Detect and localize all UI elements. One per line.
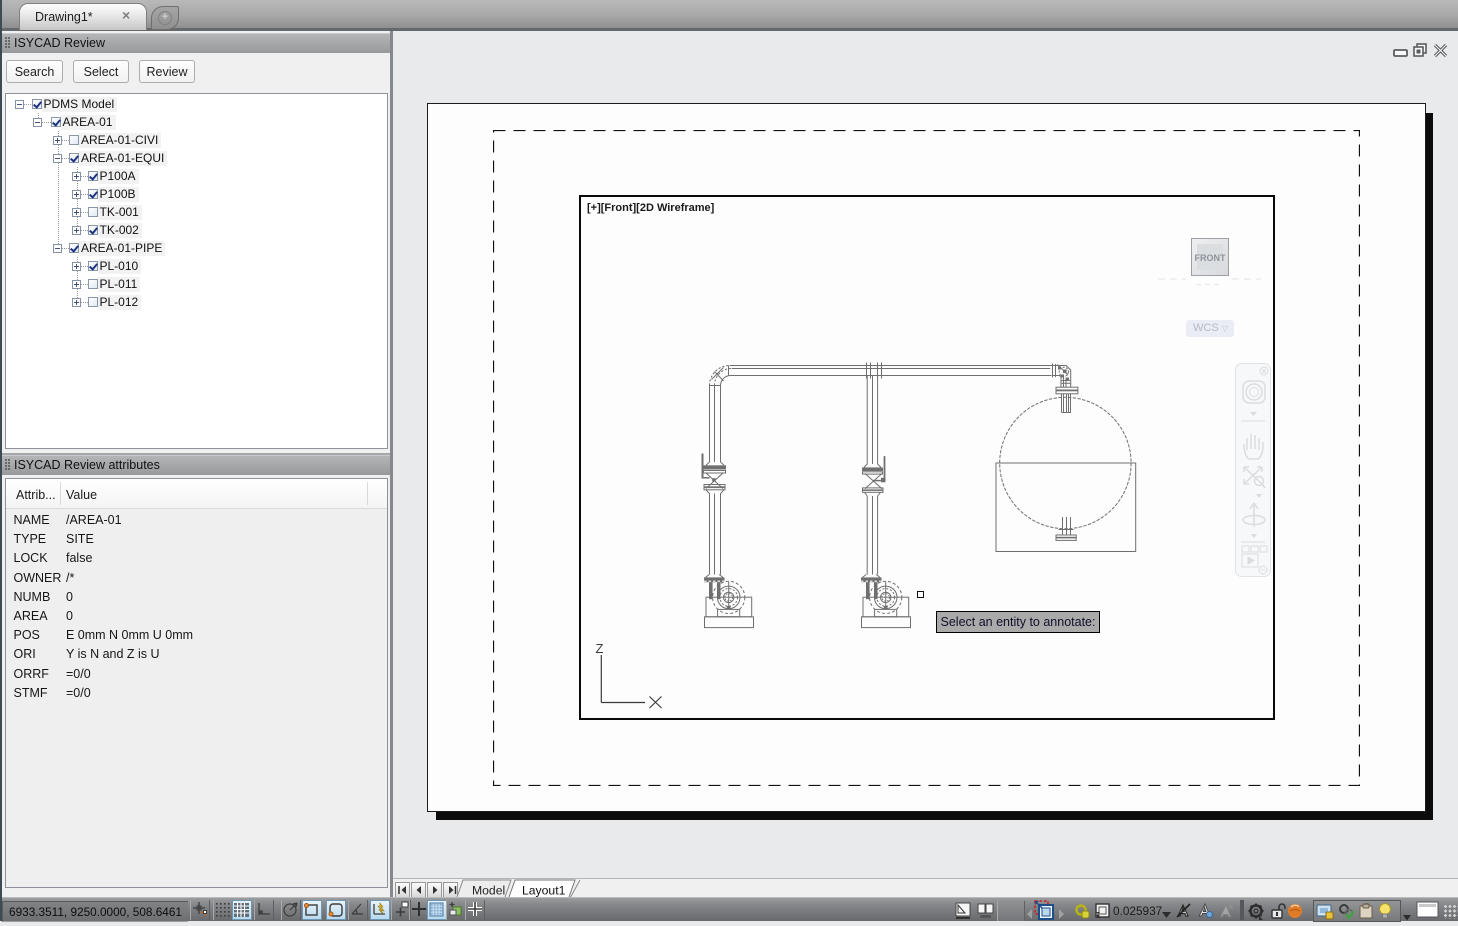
- svg-text:Z: Z: [596, 641, 604, 656]
